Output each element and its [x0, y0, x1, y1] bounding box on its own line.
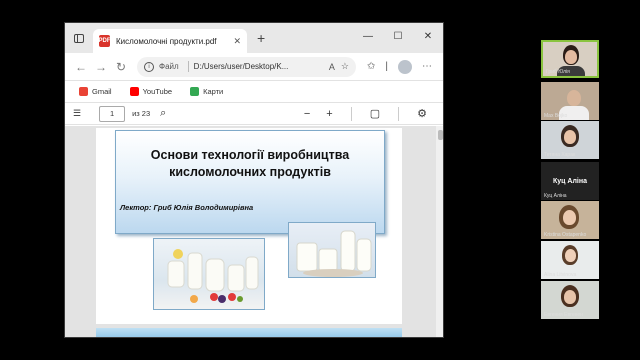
address-bar[interactable]: i Файл D:/Users/user/Desktop/K... A ☆ [137, 56, 356, 77]
youtube-icon [129, 87, 139, 96]
tab-active[interactable]: PDF Кисломолочні продукти.pdf ✕ [93, 29, 247, 53]
forward-icon[interactable]: → [91, 60, 111, 74]
settings-icon[interactable]: ⚙ [417, 107, 427, 120]
search-icon[interactable]: ⌕ [160, 107, 166, 120]
scrollbar-thumb[interactable] [438, 130, 443, 140]
url-text: D:/Users/user/Desktop/K... [193, 62, 289, 71]
contents-icon[interactable]: ☰ [73, 108, 81, 119]
dairy-photo-jugs [288, 222, 376, 278]
slide-title-box: Основи технології виробництва кисломолоч… [115, 130, 385, 234]
pdf-page: Основи технології виробництва кисломолоч… [96, 128, 402, 324]
participant-video [564, 290, 576, 304]
back-icon[interactable]: ← [71, 60, 91, 74]
bookmark-label: Карти [203, 87, 224, 96]
pdf-viewer: Основи технології виробництва кисломолоч… [65, 126, 443, 337]
maps-icon [190, 87, 200, 96]
bookmark-youtube[interactable]: YouTube [129, 87, 173, 96]
tab-bar: PDF Кисломолочні продукти.pdf ✕ + — ☐ ✕ [65, 23, 443, 53]
url-separator [187, 61, 189, 72]
new-tab-icon[interactable]: + [257, 30, 265, 46]
scrollbar[interactable] [436, 126, 443, 337]
participant-name: Тетяна Харак [544, 152, 576, 158]
profile-avatar[interactable] [398, 59, 412, 74]
tab-actions-icon[interactable] [65, 23, 93, 53]
slide-title-line2: кисломолочних продуктів [169, 165, 331, 179]
participant-tile[interactable]: Тетяна Харак [541, 121, 599, 159]
separator-icon: | [385, 61, 388, 72]
participant-tile[interactable]: Kristina Ostapenko [541, 201, 599, 239]
minimize-icon[interactable]: — [353, 23, 383, 53]
address-bar-row: ← → ↻ i Файл D:/Users/user/Desktop/K... … [65, 53, 443, 81]
page-number-input[interactable]: 1 [99, 105, 126, 122]
participant-tile[interactable]: Гриб Юлія [541, 40, 599, 78]
bookmark-label: YouTube [142, 87, 173, 96]
bookmark-maps[interactable]: Карти [190, 87, 223, 96]
close-tab-icon[interactable]: ✕ [233, 36, 241, 47]
participant-name: Alina Litvinova [544, 272, 577, 278]
toolbar-divider [398, 106, 400, 121]
zoom-in-icon[interactable]: + [326, 108, 332, 120]
participant-tile[interactable]: Alina Litvinova [541, 241, 599, 279]
participant-tile[interactable]: Max Bojko [541, 82, 599, 120]
read-aloud-icon[interactable]: A [329, 62, 335, 72]
browser-window: PDF Кисломолочні продукти.pdf ✕ + — ☐ ✕ … [64, 22, 444, 338]
zoom-out-icon[interactable]: − [304, 108, 310, 120]
participant-name: Куц Аліна [544, 193, 567, 199]
bookmark-label: Gmail [92, 87, 112, 96]
participant-name: Евгения Евгенен [544, 312, 583, 318]
dairy-photo-bottles [153, 238, 265, 310]
gmail-icon [79, 87, 88, 96]
slide-lecturer: Лектор: Гриб Юлія Володимирівна [120, 203, 254, 212]
bookmark-gmail[interactable]: Gmail [79, 87, 112, 96]
participant-name-large: Куц Аліна [553, 177, 587, 185]
info-icon[interactable]: i [144, 61, 154, 72]
window-controls: — ☐ ✕ [353, 23, 443, 53]
screen: PDF Кисломолочні продукти.pdf ✕ + — ☐ ✕ … [0, 0, 640, 360]
participant-video [567, 90, 581, 106]
slide-title: Основи технології виробництва кисломолоч… [116, 147, 384, 181]
pdf-toolbar: ☰ 1 из 23 ⌕ − + ▢ ⚙ [65, 103, 443, 125]
participant-video [564, 130, 576, 144]
participant-video [563, 210, 576, 225]
participant-name: Max Bojko [544, 113, 568, 119]
maximize-icon[interactable]: ☐ [383, 23, 413, 53]
slide-title-line1: Основи технології виробництва [150, 148, 350, 162]
participant-tile[interactable]: Куц Аліна Куц Аліна [541, 162, 599, 200]
tab-title: Кисломолочні продукти.pdf [116, 36, 217, 46]
more-menu-icon[interactable]: ⋯ [422, 61, 432, 72]
page-count: из 23 [132, 109, 151, 118]
participant-name: Kristina Ostapenko [544, 232, 587, 238]
participant-tile[interactable]: Евгения Евгенен [541, 281, 599, 319]
url-scheme-label: Файл [159, 62, 179, 71]
pdf-next-page [96, 328, 402, 337]
refresh-icon[interactable]: ↻ [111, 60, 131, 74]
participant-video [565, 249, 576, 262]
participant-name: Гриб Юлія [546, 69, 570, 75]
favorite-icon[interactable]: ☆ [341, 61, 349, 72]
bookmarks-bar: Gmail YouTube Карти [65, 81, 443, 103]
close-window-icon[interactable]: ✕ [413, 23, 443, 53]
toolbar-divider [350, 106, 352, 121]
fit-page-icon[interactable]: ▢ [370, 107, 380, 120]
collections-icon[interactable]: ✩ [367, 61, 375, 72]
pdf-icon: PDF [99, 35, 111, 47]
participant-video [565, 50, 577, 64]
